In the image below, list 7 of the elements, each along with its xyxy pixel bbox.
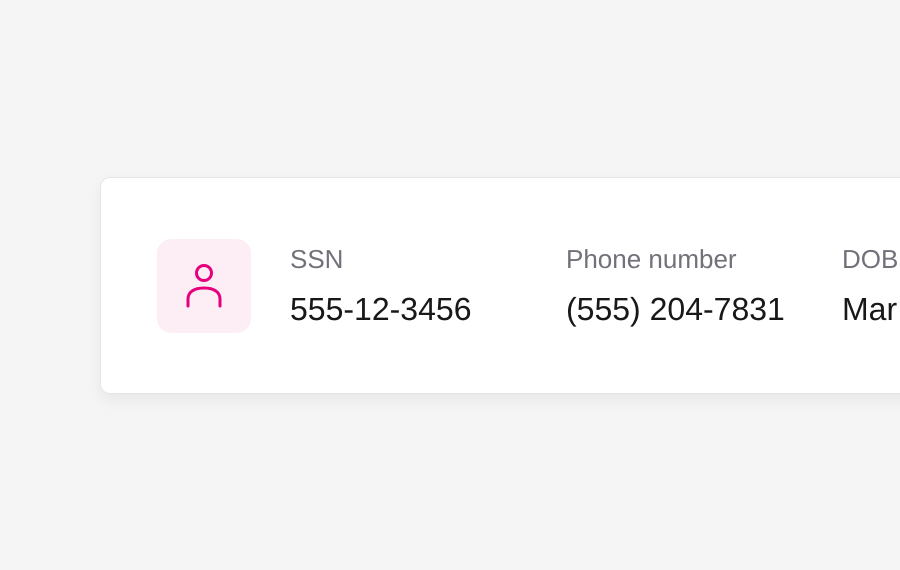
field-value: 555-12-3456 [290, 290, 472, 328]
field-value: Mar [842, 290, 898, 328]
field-label: DOB [842, 242, 900, 274]
person-icon [185, 264, 223, 308]
field-label: SSN [290, 242, 344, 274]
field-value: (555) 204-7831 [566, 290, 786, 328]
field-label: Phone number [566, 242, 738, 274]
